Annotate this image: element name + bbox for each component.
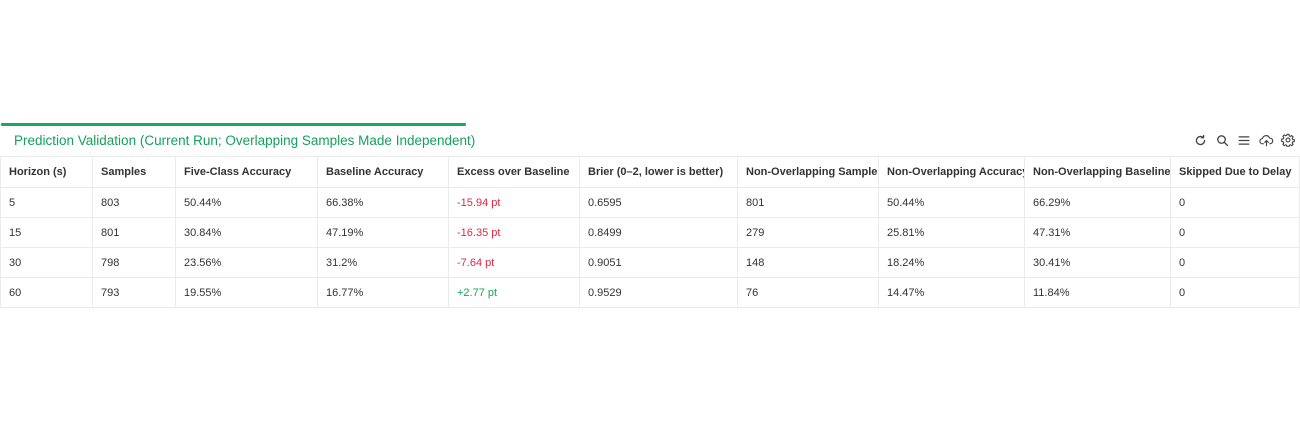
cell-samples: 803 — [92, 187, 176, 218]
cell-non-overlapping-samples: 801 — [737, 187, 879, 218]
cell-skipped-due-to-delay: 0 — [1170, 277, 1300, 308]
cell-horizon: 60 — [0, 277, 93, 308]
cell-brier: 0.9529 — [579, 277, 738, 308]
cell-non-overlapping-accuracy: 14.47% — [878, 277, 1025, 308]
cell-brier: 0.9051 — [579, 247, 738, 278]
column-header-samples[interactable]: Samples — [92, 156, 176, 188]
title-underline — [1, 123, 466, 126]
validation-table: Horizon (s) Samples Five-Class Accuracy … — [0, 156, 1300, 308]
cell-brier: 0.8499 — [579, 217, 738, 248]
gear-icon[interactable] — [1280, 132, 1296, 148]
cell-samples: 801 — [92, 217, 176, 248]
cell-horizon: 15 — [0, 217, 93, 248]
cell-baseline-accuracy: 16.77% — [317, 277, 449, 308]
panel-header: Prediction Validation (Current Run; Over… — [0, 123, 1300, 156]
table-row: 15 801 30.84% 47.19% -16.35 pt 0.8499 27… — [0, 217, 1300, 248]
table-row: 30 798 23.56% 31.2% -7.64 pt 0.9051 148 … — [0, 247, 1300, 278]
cell-samples: 793 — [92, 277, 176, 308]
cell-five-class-accuracy: 23.56% — [175, 247, 318, 278]
cell-baseline-accuracy: 66.38% — [317, 187, 449, 218]
cell-non-overlapping-accuracy: 25.81% — [878, 217, 1025, 248]
cell-baseline-accuracy: 47.19% — [317, 217, 449, 248]
cell-skipped-due-to-delay: 0 — [1170, 217, 1300, 248]
table-row: 5 803 50.44% 66.38% -15.94 pt 0.6595 801… — [0, 187, 1300, 218]
column-header-non-overlapping-accuracy[interactable]: Non-Overlapping Accuracy — [878, 156, 1025, 188]
column-header-non-overlapping-baseline[interactable]: Non-Overlapping Baseline — [1024, 156, 1171, 188]
column-header-skipped-due-to-delay[interactable]: Skipped Due to Delay — [1170, 156, 1300, 188]
cell-five-class-accuracy: 50.44% — [175, 187, 318, 218]
cell-skipped-due-to-delay: 0 — [1170, 247, 1300, 278]
cloud-upload-icon[interactable] — [1258, 132, 1274, 148]
column-header-baseline-accuracy[interactable]: Baseline Accuracy — [317, 156, 449, 188]
cell-non-overlapping-baseline: 30.41% — [1024, 247, 1171, 278]
column-header-non-overlapping-samples[interactable]: Non-Overlapping Samples — [737, 156, 879, 188]
search-icon[interactable] — [1214, 132, 1230, 148]
cell-brier: 0.6595 — [579, 187, 738, 218]
cell-excess-over-baseline: -16.35 pt — [448, 217, 580, 248]
column-header-excess-over-baseline[interactable]: Excess over Baseline — [448, 156, 580, 188]
prediction-validation-panel: Prediction Validation (Current Run; Over… — [0, 123, 1300, 308]
cell-non-overlapping-samples: 76 — [737, 277, 879, 308]
table-row: 60 793 19.55% 16.77% +2.77 pt 0.9529 76 … — [0, 277, 1300, 308]
cell-excess-over-baseline: -15.94 pt — [448, 187, 580, 218]
cell-non-overlapping-accuracy: 50.44% — [878, 187, 1025, 218]
cell-non-overlapping-accuracy: 18.24% — [878, 247, 1025, 278]
panel-title: Prediction Validation (Current Run; Over… — [14, 133, 476, 148]
cell-non-overlapping-baseline: 47.31% — [1024, 217, 1171, 248]
cell-samples: 798 — [92, 247, 176, 278]
cell-horizon: 5 — [0, 187, 93, 218]
menu-icon[interactable] — [1236, 132, 1252, 148]
column-header-brier[interactable]: Brier (0–2, lower is better) — [579, 156, 738, 188]
cell-excess-over-baseline: +2.77 pt — [448, 277, 580, 308]
cell-excess-over-baseline: -7.64 pt — [448, 247, 580, 278]
cell-non-overlapping-samples: 148 — [737, 247, 879, 278]
cell-skipped-due-to-delay: 0 — [1170, 187, 1300, 218]
column-header-horizon[interactable]: Horizon (s) — [0, 156, 93, 188]
cell-baseline-accuracy: 31.2% — [317, 247, 449, 278]
cell-five-class-accuracy: 30.84% — [175, 217, 318, 248]
cell-non-overlapping-baseline: 66.29% — [1024, 187, 1171, 218]
refresh-icon[interactable] — [1192, 132, 1208, 148]
cell-non-overlapping-baseline: 11.84% — [1024, 277, 1171, 308]
table-header-row: Horizon (s) Samples Five-Class Accuracy … — [0, 156, 1300, 188]
cell-non-overlapping-samples: 279 — [737, 217, 879, 248]
panel-toolbar — [1192, 132, 1296, 148]
cell-horizon: 30 — [0, 247, 93, 278]
cell-five-class-accuracy: 19.55% — [175, 277, 318, 308]
column-header-five-class-accuracy[interactable]: Five-Class Accuracy — [175, 156, 318, 188]
